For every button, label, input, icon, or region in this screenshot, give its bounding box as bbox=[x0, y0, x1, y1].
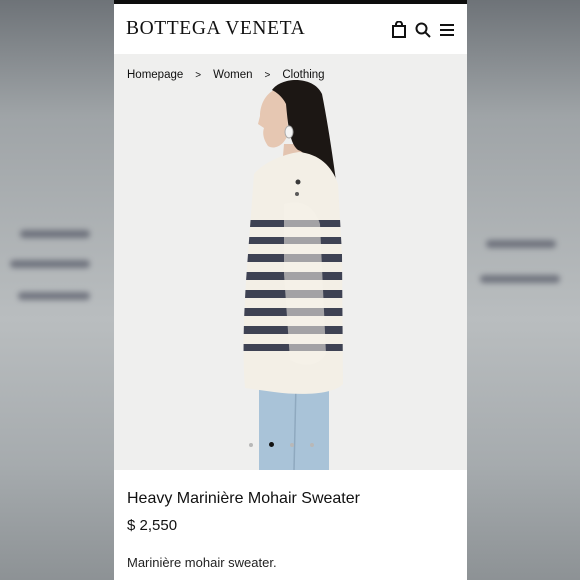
carousel-indicator bbox=[249, 442, 314, 447]
menu-icon[interactable] bbox=[438, 21, 456, 39]
product-image bbox=[243, 79, 343, 470]
chevron-right-icon: > bbox=[264, 69, 271, 81]
mobile-screen: BOTTEGA VENETA Homepage > Women > Clothi… bbox=[114, 0, 467, 580]
search-icon[interactable] bbox=[414, 21, 432, 39]
product-info: Heavy Marinière Mohair Sweater $ 2,550 M… bbox=[114, 470, 467, 580]
blurred-background-right bbox=[466, 0, 580, 580]
blurred-background-left bbox=[0, 0, 114, 580]
product-price: $ 2,550 bbox=[127, 517, 178, 534]
product-description: Marinière mohair sweater. bbox=[127, 555, 277, 570]
breadcrumb-homepage[interactable]: Homepage bbox=[127, 69, 183, 81]
carousel-dot[interactable] bbox=[249, 442, 253, 447]
bag-icon[interactable] bbox=[390, 21, 408, 39]
chevron-right-icon: > bbox=[195, 69, 202, 81]
breadcrumb-clothing[interactable]: Clothing bbox=[282, 69, 324, 81]
breadcrumb-women[interactable]: Women bbox=[213, 69, 252, 81]
carousel-dot[interactable] bbox=[310, 442, 314, 447]
carousel-dot-active[interactable] bbox=[269, 442, 274, 447]
breadcrumb: Homepage > Women > Clothing bbox=[127, 69, 325, 81]
carousel-dot[interactable] bbox=[290, 442, 294, 447]
product-image-carousel[interactable]: Homepage > Women > Clothing bbox=[114, 54, 467, 470]
brand-logo[interactable]: BOTTEGA VENETA bbox=[126, 18, 305, 40]
site-header: BOTTEGA VENETA bbox=[114, 4, 467, 54]
product-title: Heavy Marinière Mohair Sweater bbox=[127, 490, 360, 507]
